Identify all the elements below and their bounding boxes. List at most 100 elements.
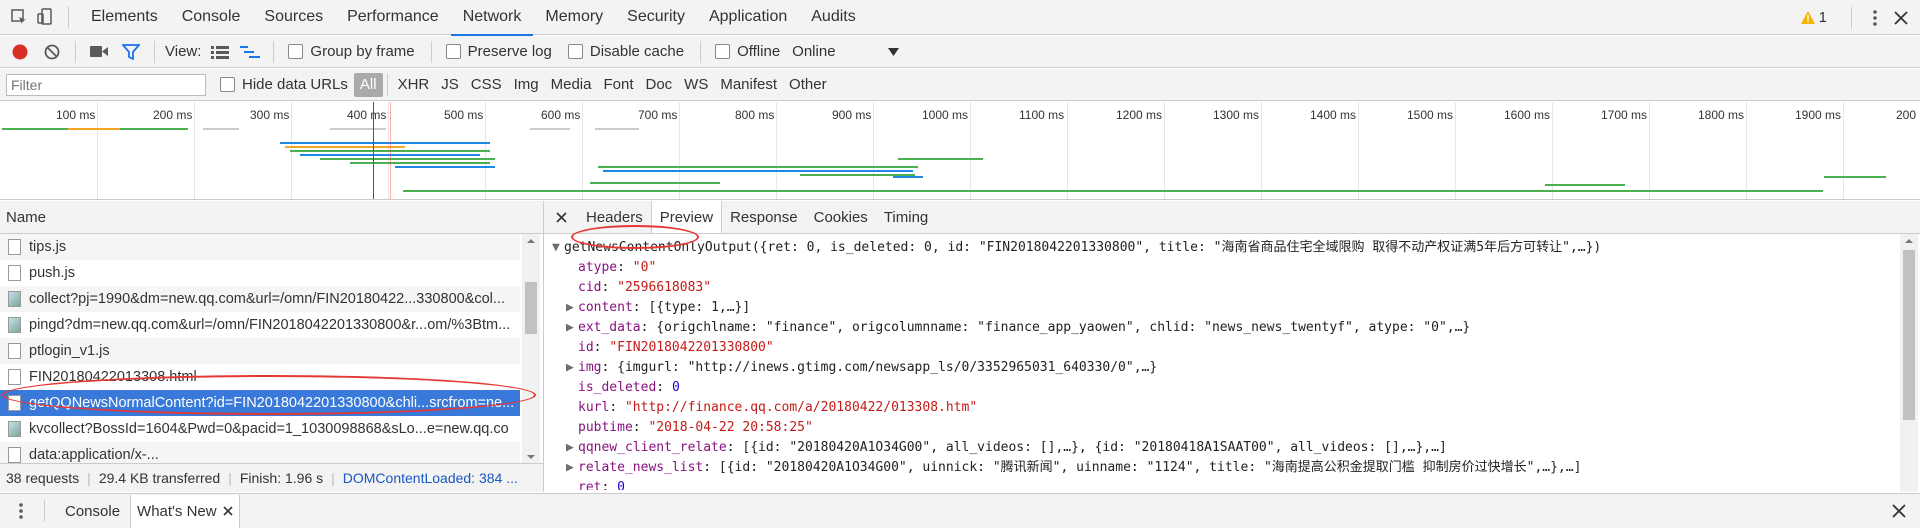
filter-type-doc[interactable]: Doc [639,76,678,93]
json-property[interactable]: ▶ content: [{type: 1,…}] [552,298,1920,318]
collapsed-arrow-icon[interactable]: ▶ [566,298,578,318]
close-details-icon[interactable] [548,204,574,230]
filter-type-font[interactable]: Font [597,76,639,93]
tab-memory[interactable]: Memory [533,0,615,35]
filter-icon[interactable] [118,39,144,65]
preview-scrollbar[interactable] [1900,234,1918,492]
drawer-menu-icon[interactable] [8,498,34,524]
warning-icon [1800,11,1815,24]
large-rows-icon[interactable] [207,39,233,65]
tab-cookies[interactable]: Cookies [806,201,876,233]
collapsed-arrow-icon[interactable]: ▶ [566,358,578,378]
request-row[interactable]: collect?pj=1990&dm=new.qq.com&url=/omn/F… [0,286,520,312]
request-name: push.js [29,265,75,281]
name-column-header[interactable]: Name [0,201,543,234]
tab-response[interactable]: Response [722,201,806,233]
hide-data-urls-checkbox[interactable] [220,77,235,92]
request-name: ptlogin_v1.js [29,343,110,359]
request-row[interactable]: tips.js [0,234,520,260]
timeline-tick-label: 1200 ms [1116,108,1163,122]
warnings-counter[interactable]: 1 [1800,9,1827,26]
drawer-tab-label: What's New [137,502,217,520]
scrollbar-thumb[interactable] [1903,250,1915,420]
collapsed-arrow-icon[interactable]: ▶ [566,458,578,478]
json-property[interactable]: ▶ ext_data: {origchlname: "finance", orig… [552,318,1920,338]
filter-type-xhr[interactable]: XHR [392,76,436,93]
clear-icon[interactable] [39,39,65,65]
filter-type-media[interactable]: Media [545,76,598,93]
json-value: "2596618083" [617,280,712,295]
request-row[interactable]: data:application/x-... [0,442,520,463]
json-property[interactable]: ▶ img: {imgurl: "http://inews.gtimg.com/n… [552,358,1920,378]
hide-data-urls-toggle[interactable]: Hide data URLs [216,76,354,93]
toolbar-divider [1851,6,1852,29]
filter-type-other[interactable]: Other [783,76,833,93]
request-row[interactable]: kvcollect?BossId=1604&Pwd=0&pacid=1_1030… [0,416,520,442]
scroll-up-icon[interactable] [1900,235,1918,247]
tab-timing[interactable]: Timing [876,201,936,233]
disable-cache-label: Disable cache [589,43,685,60]
expanded-arrow-icon[interactable]: ▼ [552,238,564,258]
preserve-log-checkbox[interactable] [445,44,461,59]
waterfall-bar [603,170,913,172]
filter-type-js[interactable]: JS [435,76,465,93]
request-row[interactable]: push.js [0,260,520,286]
tab-sources[interactable]: Sources [252,0,335,35]
json-property[interactable]: ▶ relate_news_list: [{id: "20180420A1O34G… [552,458,1920,478]
tab-performance[interactable]: Performance [335,0,451,35]
tab-security[interactable]: Security [615,0,697,35]
tab-audits[interactable]: Audits [799,0,867,35]
timeline-gridline [194,102,195,199]
drawer-tab-whats-new[interactable]: What's New [130,494,240,528]
record-icon[interactable] [7,39,33,65]
offline-checkbox[interactable] [715,44,731,59]
close-devtools-icon[interactable] [1888,5,1914,31]
json-property[interactable]: ▶ qqnew_client_relate: [{id: "20180420A1O… [552,438,1920,458]
toolbar-divider [273,40,275,63]
scrollbar-thumb[interactable] [525,282,537,334]
close-tab-icon[interactable] [223,506,233,516]
filter-type-ws[interactable]: WS [678,76,714,93]
capture-screenshots-icon[interactable] [86,39,112,65]
collapsed-arrow-icon[interactable]: ▶ [566,438,578,458]
timeline-tick-label: 200 [1896,108,1917,122]
waterfall-overview-icon[interactable] [237,39,263,65]
preserve-log-toggle[interactable]: Preserve log [442,43,558,60]
request-row[interactable]: ptlogin_v1.js [0,338,520,364]
file-icon [8,369,21,385]
dropdown-arrow-icon [888,47,900,56]
tab-elements[interactable]: Elements [79,0,170,35]
json-root-row[interactable]: ▼ getNewsContentOnlyOutput({ret: 0, is_de… [552,238,1920,258]
throttling-select[interactable]: Online [792,43,900,60]
group-by-frame-checkbox[interactable] [288,44,304,59]
request-list-scrollbar[interactable] [522,234,540,463]
network-overview-timeline[interactable]: 100 ms 200 ms 300 ms 400 ms 500 ms 600 m… [0,102,1920,200]
device-toolbar-icon[interactable] [32,4,58,30]
timeline-gridline [1455,102,1456,199]
more-options-icon[interactable] [1862,5,1888,31]
close-drawer-icon[interactable] [1886,498,1912,524]
scroll-up-icon[interactable] [522,235,540,247]
filter-input[interactable] [6,73,206,96]
timeline-tick-label: 1800 ms [1698,108,1745,122]
tab-application[interactable]: Application [697,0,799,35]
json-key: is_deleted [578,380,657,395]
filter-type-img[interactable]: Img [508,76,545,93]
filter-type-all[interactable]: All [353,72,383,97]
drawer-tab-console[interactable]: Console [55,494,130,529]
group-by-frame-toggle[interactable]: Group by frame [284,43,420,60]
waterfall-bar [280,142,490,144]
disable-cache-checkbox[interactable] [567,44,583,59]
tab-bar-right: 1 [1800,0,1920,35]
scroll-down-icon[interactable] [522,451,540,463]
tab-console[interactable]: Console [170,0,253,35]
filter-type-manifest[interactable]: Manifest [714,76,783,93]
inspect-element-icon[interactable] [6,4,32,30]
collapsed-arrow-icon[interactable]: ▶ [566,318,578,338]
disable-cache-toggle[interactable]: Disable cache [564,43,690,60]
filter-type-css[interactable]: CSS [465,76,508,93]
tab-network[interactable]: Network [450,0,534,36]
waterfall-bar [898,158,983,160]
request-row[interactable]: pingd?dm=new.qq.com&url=/omn/FIN20180422… [0,312,520,338]
offline-toggle[interactable]: Offline [711,43,786,60]
